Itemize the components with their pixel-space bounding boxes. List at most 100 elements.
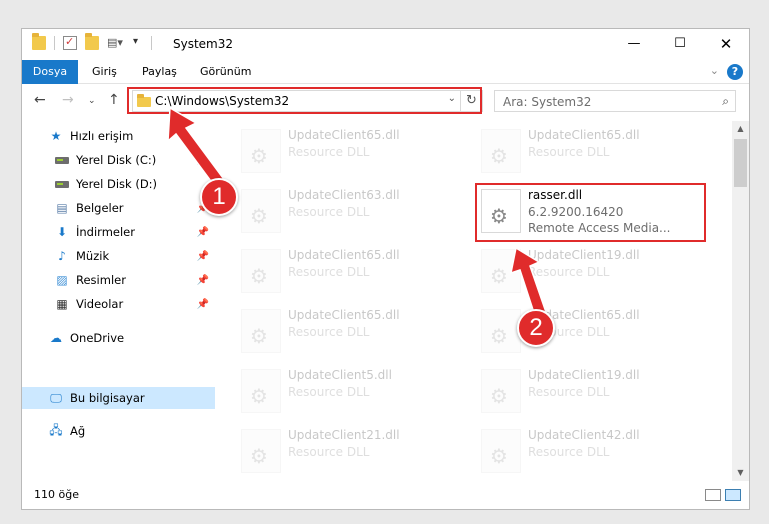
sidebar-item-label: Videolar bbox=[76, 297, 124, 311]
file-icon: ⚙ bbox=[481, 309, 521, 353]
pin-icon: 📌 bbox=[196, 250, 209, 262]
file-name: UpdateClient5.dll bbox=[288, 368, 392, 382]
file-item[interactable]: ⚙ UpdateClient65.dll Resource DLL bbox=[481, 305, 711, 357]
file-type: Resource DLL bbox=[528, 265, 610, 279]
pin-icon: 📌 bbox=[196, 274, 209, 286]
file-list: ⚙ UpdateClient65.dll Resource DLL ⚙ Upda… bbox=[221, 121, 731, 481]
download-icon: ⬇ bbox=[56, 225, 68, 239]
video-icon: ▦ bbox=[56, 297, 68, 311]
file-type: Resource DLL bbox=[288, 145, 370, 159]
help-icon[interactable]: ? bbox=[727, 64, 743, 80]
back-arrow-icon[interactable]: ← bbox=[34, 92, 46, 108]
recent-locations-icon[interactable]: ⌄ bbox=[88, 96, 96, 106]
file-item[interactable]: ⚙ UpdateClient63.dll Resource DLL bbox=[241, 185, 471, 237]
window-title: System32 bbox=[173, 37, 234, 51]
file-icon: ⚙ bbox=[481, 129, 521, 173]
sidebar-item-label: Müzik bbox=[76, 249, 110, 263]
sidebar-item-onedrive[interactable]: ☁ OneDrive bbox=[22, 327, 215, 349]
file-type: Resource DLL bbox=[288, 325, 370, 339]
sidebar-item-label: Bu bilgisayar bbox=[70, 391, 145, 405]
up-arrow-icon[interactable]: ↑ bbox=[108, 92, 120, 108]
gear-icon: ⚙ bbox=[250, 384, 268, 408]
sidebar-item-label: Hızlı erişim bbox=[70, 129, 134, 143]
file-name: UpdateClient19.dll bbox=[528, 368, 640, 382]
gear-icon: ⚙ bbox=[250, 444, 268, 468]
sidebar-item-disk-c[interactable]: Yerel Disk (C:) 📌 bbox=[22, 149, 215, 171]
file-name: UpdateClient65.dll bbox=[288, 248, 400, 262]
gear-icon: ⚙ bbox=[490, 444, 508, 468]
tiles-view-icon[interactable] bbox=[725, 489, 741, 501]
sidebar-item-pictures[interactable]: ▨ Resimler 📌 bbox=[22, 269, 215, 291]
file-type: Resource DLL bbox=[288, 385, 370, 399]
sidebar-item-documents[interactable]: ▤ Belgeler 📌 bbox=[22, 197, 215, 219]
file-item[interactable]: ⚙ UpdateClient65.dll Resource DLL bbox=[241, 245, 471, 297]
music-icon: ♪ bbox=[58, 249, 66, 263]
file-icon: ⚙ bbox=[481, 249, 521, 293]
file-type: Resource DLL bbox=[528, 385, 610, 399]
sidebar-item-network[interactable]: 🖧 Ağ bbox=[22, 420, 215, 442]
cloud-icon: ☁ bbox=[50, 331, 62, 345]
sidebar-item-label: Yerel Disk (D:) bbox=[76, 177, 158, 191]
file-name: UpdateClient65.dll bbox=[288, 128, 400, 142]
file-icon: ⚙ bbox=[241, 189, 281, 233]
properties-icon[interactable] bbox=[63, 35, 77, 50]
details-view-icon[interactable] bbox=[705, 489, 721, 501]
sidebar-item-music[interactable]: ♪ Müzik 📌 bbox=[22, 245, 215, 267]
sidebar-item-disk-d[interactable]: Yerel Disk (D:) bbox=[22, 173, 215, 195]
search-box[interactable]: Ara: System32 ⌕ bbox=[494, 90, 736, 112]
file-name: UpdateClient65.dll bbox=[288, 308, 400, 322]
file-icon: ⚙ bbox=[241, 249, 281, 293]
file-icon: ⚙ bbox=[241, 369, 281, 413]
file-item[interactable]: ⚙ UpdateClient65.dll Resource DLL bbox=[481, 125, 711, 177]
folder-icon bbox=[32, 33, 46, 50]
search-input[interactable]: Ara: System32 bbox=[503, 95, 591, 109]
tab-home[interactable]: Giriş bbox=[92, 60, 117, 84]
sidebar-item-label: İndirmeler bbox=[76, 225, 135, 239]
document-icon: ▤ bbox=[56, 201, 68, 215]
file-item[interactable]: ⚙ UpdateClient19.dll Resource DLL bbox=[481, 365, 711, 417]
window-controls: — ☐ ✕ bbox=[611, 29, 749, 58]
toolbar-divider bbox=[54, 36, 55, 50]
file-item[interactable]: ⚙ UpdateClient19.dll Resource DLL bbox=[481, 245, 711, 297]
file-name: UpdateClient65.dll bbox=[528, 128, 640, 142]
customize-toolbar-icon[interactable]: ▤▾ bbox=[107, 36, 125, 50]
tab-view[interactable]: Görünüm bbox=[200, 60, 251, 84]
sidebar-item-label: Yerel Disk (C:) bbox=[76, 153, 157, 167]
tab-file[interactable]: Dosya bbox=[22, 60, 78, 84]
forward-arrow-icon[interactable]: → bbox=[62, 92, 74, 108]
pin-icon: 📌 bbox=[196, 298, 209, 310]
sidebar-item-downloads[interactable]: ⬇ İndirmeler 📌 bbox=[22, 221, 215, 243]
minimize-button[interactable]: — bbox=[611, 29, 657, 58]
sidebar-item-label: Ağ bbox=[70, 424, 86, 438]
sidebar-item-videos[interactable]: ▦ Videolar 📌 bbox=[22, 293, 215, 315]
new-folder-icon[interactable] bbox=[85, 33, 99, 50]
file-name: UpdateClient19.dll bbox=[528, 248, 640, 262]
file-item[interactable]: ⚙ UpdateClient65.dll Resource DLL bbox=[241, 125, 471, 177]
file-item[interactable]: ⚙ UpdateClient65.dll Resource DLL bbox=[241, 305, 471, 357]
gear-icon: ⚙ bbox=[490, 264, 508, 288]
star-icon: ★ bbox=[50, 129, 62, 143]
item-count: 110 öğe bbox=[34, 488, 79, 501]
file-icon: ⚙ bbox=[481, 369, 521, 413]
file-item[interactable]: ⚙ UpdateClient21.dll Resource DLL bbox=[241, 425, 471, 477]
file-icon: ⚙ bbox=[241, 429, 281, 473]
file-icon: ⚙ bbox=[481, 429, 521, 473]
title-bar: ▤▾ ▾ System32 — ☐ ✕ bbox=[22, 29, 749, 60]
vertical-scrollbar[interactable]: ▲ ▼ bbox=[732, 121, 749, 481]
scroll-thumb[interactable] bbox=[734, 139, 747, 187]
file-item[interactable]: ⚙ UpdateClient5.dll Resource DLL bbox=[241, 365, 471, 417]
scroll-down-icon[interactable]: ▼ bbox=[732, 465, 749, 481]
sidebar-item-quick-access[interactable]: ★ Hızlı erişim bbox=[22, 125, 215, 147]
quick-access-toolbar: ▤▾ ▾ bbox=[32, 33, 160, 50]
network-icon: 🖧 bbox=[49, 422, 63, 437]
tab-share[interactable]: Paylaş bbox=[142, 60, 177, 84]
expand-ribbon-icon[interactable]: ⌄ bbox=[710, 64, 719, 77]
file-type: Resource DLL bbox=[288, 205, 370, 219]
toolbar-divider bbox=[151, 36, 152, 50]
scroll-up-icon[interactable]: ▲ bbox=[732, 121, 749, 137]
file-item[interactable]: ⚙ UpdateClient42.dll Resource DLL bbox=[481, 425, 711, 477]
maximize-button[interactable]: ☐ bbox=[657, 29, 703, 58]
close-button[interactable]: ✕ bbox=[703, 29, 749, 58]
sidebar-item-this-pc[interactable]: 🖵 Bu bilgisayar bbox=[22, 387, 215, 409]
qa-dropdown-icon[interactable]: ▾ bbox=[133, 36, 143, 50]
